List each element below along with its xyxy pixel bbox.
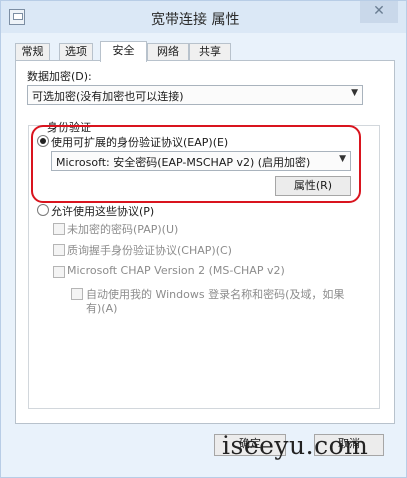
network-connection-icon [9,9,25,25]
chap-checkbox[interactable] [53,244,65,256]
close-button[interactable]: ✕ [360,1,398,23]
title-bar: 宽带连接 属性 ✕ [1,1,406,33]
data-encryption-label: 数据加密(D): [27,70,92,83]
properties-button[interactable]: 属性(R) [275,176,351,196]
tab-general[interactable]: 常规 [15,43,50,60]
auto-windows-logon-label-line2: 有)(A) [86,302,118,315]
chevron-down-icon: ▼ [339,154,346,164]
data-encryption-value: 可选加密(没有加密也可以连接) [32,90,184,103]
chevron-down-icon: ▼ [351,88,358,98]
mschapv2-label: Microsoft CHAP Version 2 (MS-CHAP v2) [67,264,285,277]
properties-dialog: 宽带连接 属性 ✕ 常规 选项 安全 网络 共享 数据加密(D): 可选加密(没… [0,0,407,478]
tab-network[interactable]: 网络 [147,43,189,60]
auto-windows-logon-checkbox[interactable] [71,288,83,300]
site-watermark: iseeyu.com [222,431,369,460]
tab-options[interactable]: 选项 [59,43,93,60]
chap-label: 质询握手身份验证协议(CHAP)(C) [67,244,232,257]
data-encryption-select[interactable]: 可选加密(没有加密也可以连接) ▼ [27,85,363,105]
auto-windows-logon-label-line1: 自动使用我的 Windows 登录名称和密码(及域，如果 [86,288,345,301]
eap-method-select[interactable]: Microsoft: 安全密码(EAP-MSCHAP v2) (启用加密) ▼ [51,151,351,171]
eap-radio-label: 使用可扩展的身份验证协议(EAP)(E) [51,136,229,149]
mschapv2-checkbox[interactable] [53,266,65,278]
tab-security[interactable]: 安全 [100,41,147,62]
eap-radio[interactable] [37,135,49,147]
tab-sharing[interactable]: 共享 [189,43,231,60]
pap-label: 未加密的密码(PAP)(U) [67,223,179,236]
allow-protocols-radio[interactable] [37,204,49,216]
window-title: 宽带连接 属性 [151,12,240,28]
allow-protocols-label: 允许使用这些协议(P) [51,205,155,218]
pap-checkbox[interactable] [53,223,65,235]
eap-method-value: Microsoft: 安全密码(EAP-MSCHAP v2) (启用加密) [56,156,311,169]
